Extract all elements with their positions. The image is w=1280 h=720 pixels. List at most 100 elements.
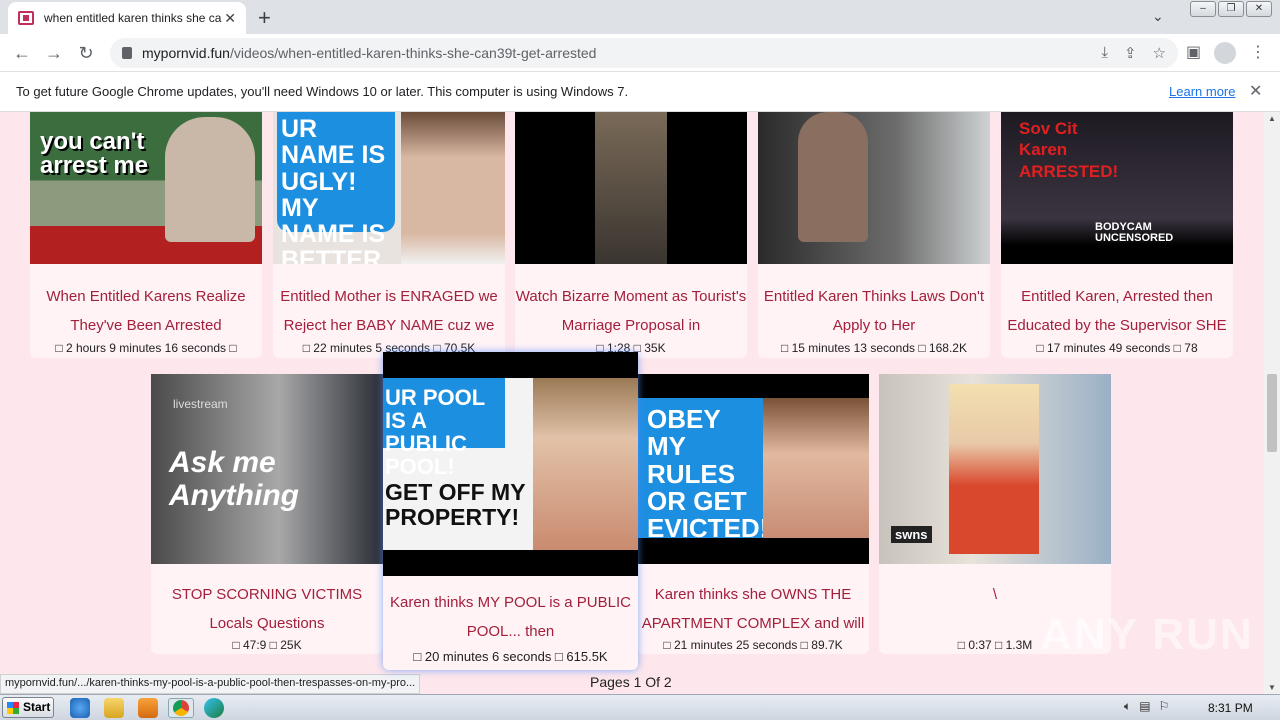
video-card[interactable]: OBEY MY RULES OR GET EVICTED! Karen thin…	[637, 374, 869, 654]
scroll-thumb[interactable]	[1267, 374, 1277, 452]
close-window-icon[interactable]: ✕	[1246, 1, 1272, 17]
url-text: mypornvid.fun/videos/when-entitled-karen…	[142, 45, 596, 61]
thumbnail-face	[401, 112, 505, 264]
video-thumbnail[interactable]	[758, 112, 990, 264]
video-title[interactable]: Entitled Karen, Arrested then Educated b…	[1001, 282, 1233, 340]
browser-tab[interactable]: when entitled karen thinks she can39t ✕	[8, 2, 246, 34]
tab-search-chevron-icon[interactable]: ⌄	[1152, 8, 1164, 25]
video-grid-page: you can't arrest me When Entitled Karens…	[0, 112, 1264, 694]
video-title[interactable]: Entitled Mother is ENRAGED we Reject her…	[273, 282, 505, 340]
thumbnail-caption: OBEY MY RULES OR GET EVICTED!	[647, 404, 769, 544]
thumbnail-badge: livestream	[173, 397, 228, 411]
video-meta: □ 21 minutes 25 seconds □ 89.7K	[663, 638, 843, 652]
thumbnail-badge: swns	[891, 526, 932, 543]
video-meta: □ 20 minutes 6 seconds □ 615.5K	[413, 649, 608, 664]
forward-icon[interactable]: →	[42, 41, 66, 65]
install-icon[interactable]: ⤓	[1101, 44, 1108, 62]
side-panel-icon[interactable]: ▣	[1186, 42, 1201, 62]
video-card[interactable]: Entitled Karen Thinks Laws Don't Apply t…	[758, 112, 990, 358]
video-thumbnail[interactable]: Sov Cit Karen ARRESTED! BODYCAM UNCENSOR…	[1001, 112, 1233, 264]
chrome-taskbar-icon[interactable]	[168, 698, 194, 718]
tab-title: when entitled karen thinks she can39t	[44, 11, 222, 25]
explorer-icon[interactable]	[104, 698, 124, 718]
menu-kebab-icon[interactable]: ⋮	[1250, 42, 1266, 62]
thumbnail-caption: Sov Cit Karen ARRESTED!	[1019, 119, 1119, 181]
video-card-hovered[interactable]: UR POOL IS A PUBLIC POOL! GET OFF MY PRO…	[383, 352, 638, 670]
video-thumbnail[interactable]: UR NAME IS UGLY! MY NAME IS BETTER	[273, 112, 505, 264]
site-favicon-icon	[18, 11, 34, 25]
video-thumbnail[interactable]: OBEY MY RULES OR GET EVICTED!	[637, 374, 869, 564]
video-meta: □ 15 minutes 13 seconds □ 168.2K	[781, 341, 967, 355]
video-thumbnail[interactable]: livestream Ask me Anything	[151, 374, 383, 564]
video-meta: □ 47:9 □ 25K	[232, 638, 302, 652]
window-controls: – ❐ ✕	[1190, 1, 1272, 17]
video-title[interactable]: Watch Bizarre Moment as Tourist's Marria…	[515, 282, 747, 340]
tab-close-icon[interactable]: ✕	[224, 10, 236, 27]
address-bar[interactable]: mypornvid.fun/videos/when-entitled-karen…	[110, 38, 1178, 68]
url-path: /videos/when-entitled-karen-thinks-she-c…	[229, 45, 597, 61]
profile-avatar[interactable]	[1214, 42, 1236, 64]
action-center-flag-icon[interactable]: ⚐	[1159, 699, 1170, 714]
scroll-down-icon[interactable]: ▼	[1264, 683, 1280, 692]
restore-icon[interactable]: ❐	[1218, 1, 1244, 17]
thumbnail-person	[165, 117, 255, 242]
windows-taskbar: Start 🔈︎ ▤ ⚐ 8:31 PM	[0, 694, 1280, 720]
thumbnail-caption: UR NAME IS UGLY! MY NAME IS BETTER	[281, 115, 386, 264]
thumbnail-person	[798, 112, 868, 242]
bookmark-star-icon[interactable]: ☆	[1153, 44, 1166, 62]
tab-strip: when entitled karen thinks she can39t ✕ …	[0, 0, 1280, 34]
thumbnail-caption: UR POOL IS A PUBLIC POOL!	[385, 385, 485, 480]
edge-icon[interactable]	[204, 698, 224, 718]
media-player-icon[interactable]	[138, 698, 158, 718]
update-infobar: To get future Google Chrome updates, you…	[0, 72, 1280, 112]
thumbnail-face	[533, 378, 638, 550]
video-title[interactable]: STOP SCORNING VICTIMS Locals Questions	[151, 580, 383, 638]
scroll-up-icon[interactable]: ▲	[1264, 114, 1280, 123]
video-card[interactable]: Watch Bizarre Moment as Tourist's Marria…	[515, 112, 747, 358]
thumbnail-badge: BODYCAM UNCENSORED	[1095, 221, 1174, 244]
video-title[interactable]: Karen thinks she OWNS THE APARTMENT COMP…	[637, 580, 869, 638]
video-thumbnail[interactable]: UR POOL IS A PUBLIC POOL! GET OFF MY PRO…	[383, 352, 638, 576]
video-card[interactable]: you can't arrest me When Entitled Karens…	[30, 112, 262, 358]
thumbnail-caption: you can't arrest me	[40, 128, 149, 179]
thumbnail-caption: Ask me Anything	[169, 446, 299, 512]
lock-icon[interactable]	[122, 47, 132, 59]
video-card[interactable]: UR NAME IS UGLY! MY NAME IS BETTER Entit…	[273, 112, 505, 358]
ie-icon[interactable]	[70, 698, 90, 718]
new-tab-icon[interactable]: +	[258, 5, 271, 31]
url-domain: mypornvid.fun	[142, 45, 230, 61]
pagination-label: Pages 1 Of 2	[590, 674, 672, 690]
share-icon[interactable]: ⇪	[1124, 44, 1137, 62]
link-status-bubble: mypornvid.fun/.../karen-thinks-my-pool-i…	[0, 674, 421, 694]
video-thumbnail[interactable]: swns	[879, 374, 1111, 564]
back-icon[interactable]: ←	[10, 41, 34, 65]
video-card[interactable]: livestream Ask me Anything STOP SCORNING…	[151, 374, 383, 654]
video-title[interactable]: Karen thinks MY POOL is a PUBLIC POOL...…	[383, 588, 638, 646]
thumbnail-person	[949, 384, 1039, 554]
taskbar-clock[interactable]: 8:31 PM	[1208, 701, 1253, 715]
page-scrollbar[interactable]: ▲ ▼	[1264, 112, 1280, 694]
minimize-icon[interactable]: –	[1190, 1, 1216, 17]
thumbnail-street	[595, 112, 667, 264]
video-meta: □ 2 hours 9 minutes 16 seconds □	[55, 341, 237, 355]
infobar-close-icon[interactable]: ✕	[1249, 81, 1262, 101]
reload-icon[interactable]: ↻	[74, 41, 98, 65]
video-thumbnail[interactable]: you can't arrest me	[30, 112, 262, 264]
video-title[interactable]: When Entitled Karens Realize They've Bee…	[30, 282, 262, 340]
volume-icon[interactable]: 🔈︎	[1124, 699, 1131, 714]
anyrun-watermark: ANY RUN	[1040, 610, 1254, 659]
start-button[interactable]: Start	[2, 697, 54, 718]
video-thumbnail[interactable]	[515, 112, 747, 264]
learn-more-link[interactable]: Learn more	[1169, 84, 1235, 99]
video-card[interactable]: Sov Cit Karen ARRESTED! BODYCAM UNCENSOR…	[1001, 112, 1233, 358]
browser-toolbar: ← → ↻ mypornvid.fun/videos/when-entitled…	[0, 34, 1280, 72]
thumbnail-face	[763, 398, 869, 538]
video-title[interactable]: Entitled Karen Thinks Laws Don't Apply t…	[758, 282, 990, 340]
omnibox-actions: ⤓ ⇪ ☆	[1101, 44, 1166, 62]
video-meta: □ 17 minutes 49 seconds □ 78	[1036, 341, 1198, 355]
network-icon[interactable]: ▤	[1139, 699, 1150, 714]
system-tray: 🔈︎ ▤ ⚐	[1124, 699, 1169, 714]
infobar-message: To get future Google Chrome updates, you…	[16, 84, 629, 99]
chrome-icon	[173, 700, 189, 716]
thumbnail-caption-2: GET OFF MY PROPERTY!	[385, 479, 526, 531]
